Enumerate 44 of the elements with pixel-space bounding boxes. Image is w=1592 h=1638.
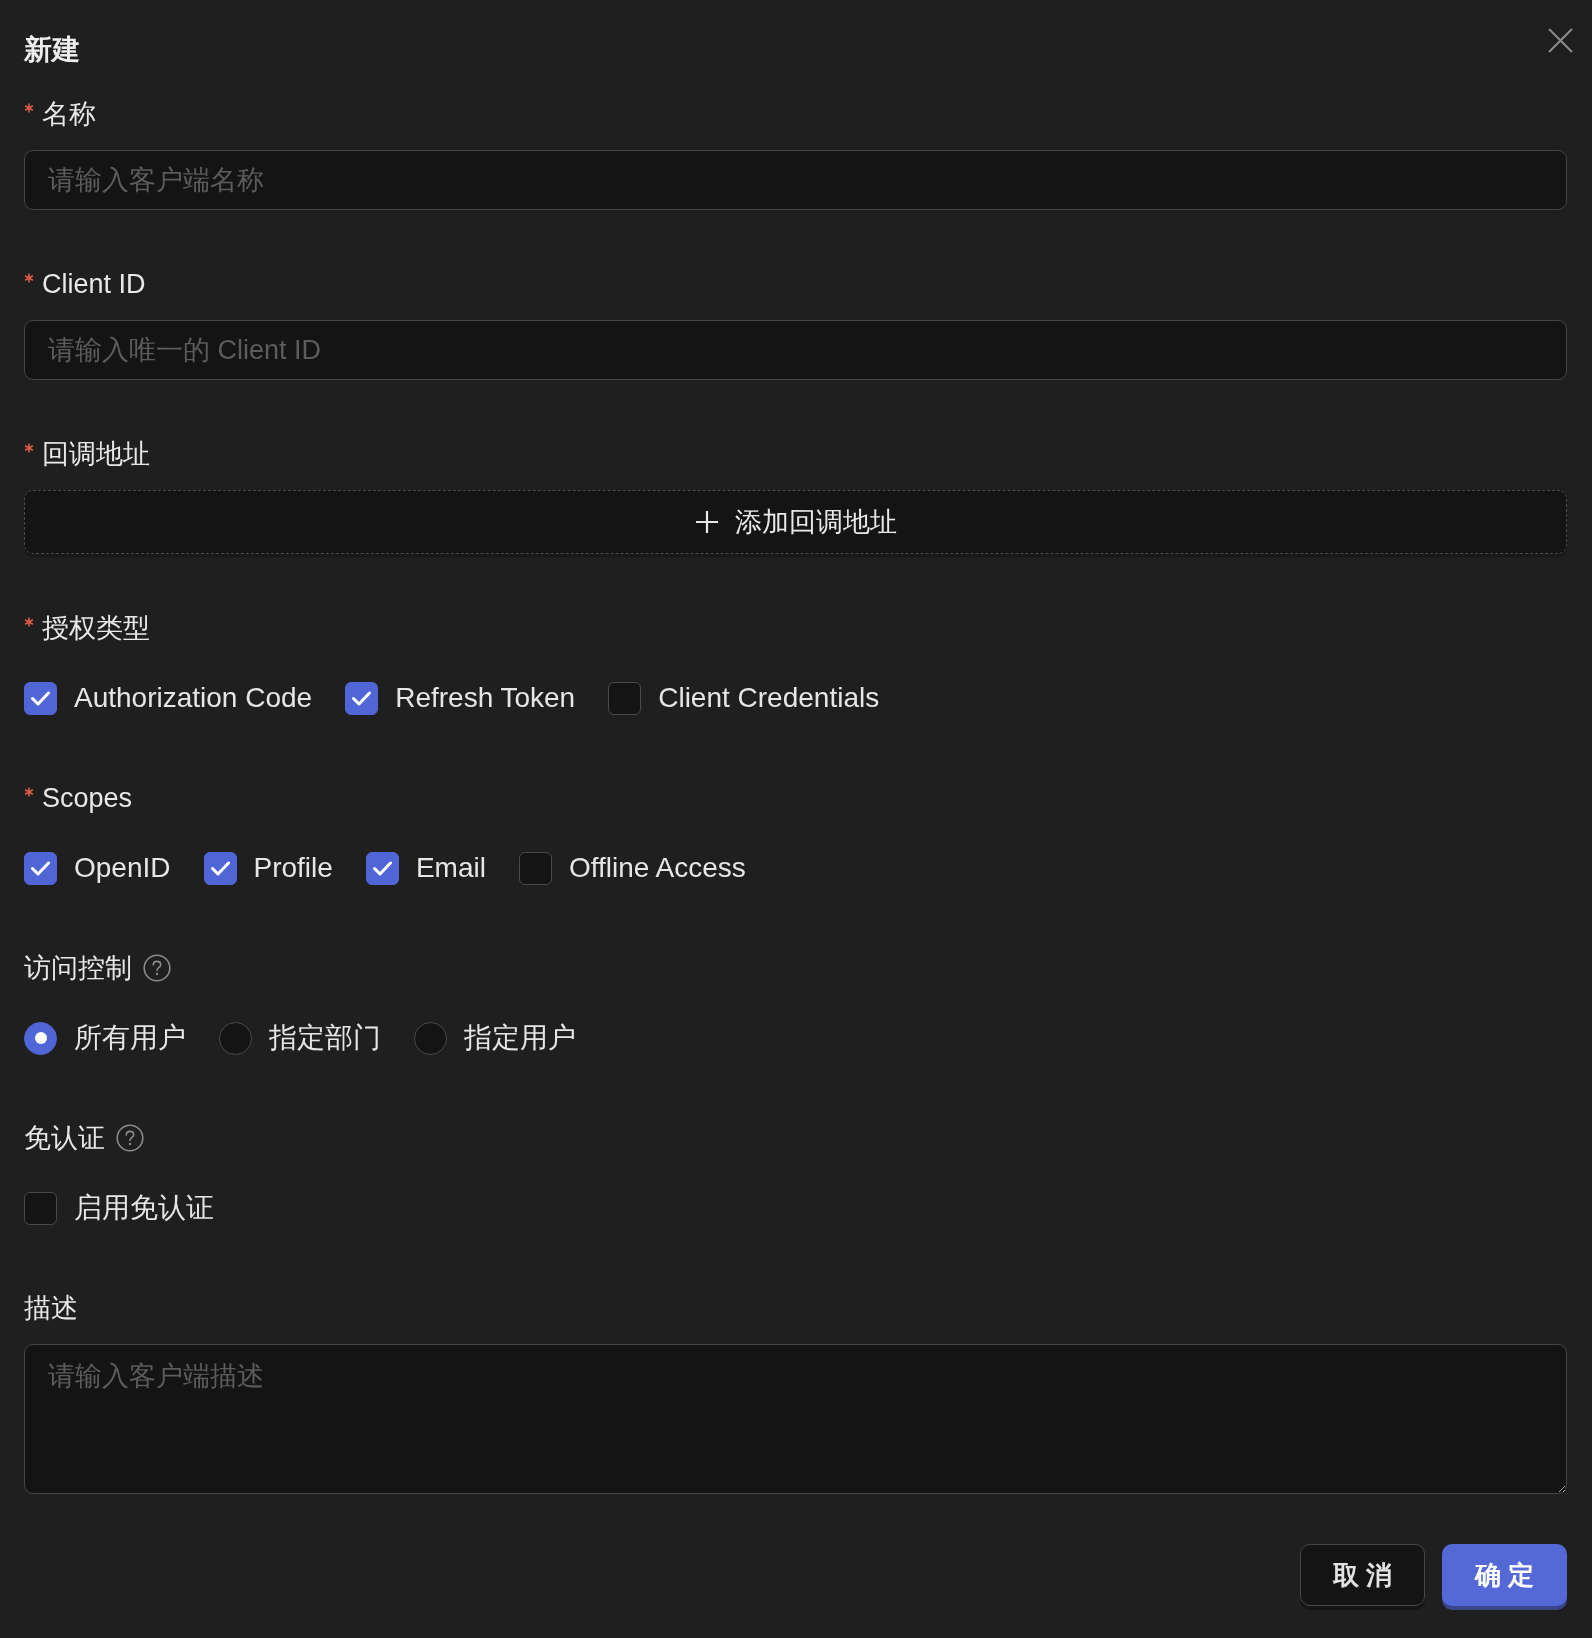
checkbox-label: Offline Access: [568, 851, 746, 885]
checkbox[interactable]: [24, 851, 57, 885]
checkbox-label: Profile: [253, 851, 333, 885]
checkbox[interactable]: [203, 851, 237, 885]
field-label: 名称: [42, 98, 96, 131]
checkbox-label: Client Credentials: [658, 681, 880, 715]
radio-button[interactable]: [414, 1021, 447, 1055]
plus-icon: [694, 510, 719, 534]
field-label: 描述: [24, 1292, 78, 1325]
dialog-title: 新建: [24, 33, 80, 67]
close-icon: [1548, 28, 1573, 53]
checkbox-label: Email: [415, 851, 486, 885]
field-label: Client ID: [42, 268, 146, 301]
field-label: 授权类型: [42, 612, 150, 645]
add-callback-button[interactable]: 添加回调地址: [24, 490, 1567, 554]
checkbox[interactable]: [608, 681, 642, 715]
text-input[interactable]: 请输入客户端名称: [24, 150, 1567, 210]
checkbox[interactable]: [518, 851, 552, 885]
field-label: 免认证: [24, 1122, 105, 1155]
textarea-field[interactable]: 请输入客户端描述: [24, 1344, 1567, 1494]
checkbox-label: OpenID: [74, 851, 171, 885]
check-icon: [352, 690, 372, 706]
checkbox-label: Refresh Token: [395, 681, 576, 715]
close-button[interactable]: [1548, 28, 1573, 53]
check-icon: [372, 860, 392, 876]
radio-label: 指定部门: [269, 1021, 381, 1055]
field-label: Scopes: [42, 782, 133, 815]
radio-label: 指定用户: [464, 1021, 576, 1055]
checkbox[interactable]: [365, 851, 399, 885]
checkbox[interactable]: [24, 681, 57, 715]
text-input[interactable]: 请输入唯一的 Client ID: [24, 320, 1567, 380]
cancel-button[interactable]: 取 消: [1300, 1544, 1425, 1606]
checkbox[interactable]: [345, 681, 379, 715]
checkbox-label: Authorization Code: [74, 681, 313, 715]
check-icon: [31, 690, 50, 706]
radio-button[interactable]: [24, 1021, 57, 1055]
check-icon: [31, 860, 50, 876]
checkbox[interactable]: [24, 1191, 57, 1225]
field-label: 回调地址: [42, 438, 150, 471]
checkbox-label: 启用免认证: [74, 1191, 214, 1225]
radio-label: 所有用户: [74, 1021, 186, 1055]
radio-button[interactable]: [219, 1021, 252, 1055]
check-icon: [210, 860, 230, 876]
field-label: 访问控制: [24, 952, 132, 985]
